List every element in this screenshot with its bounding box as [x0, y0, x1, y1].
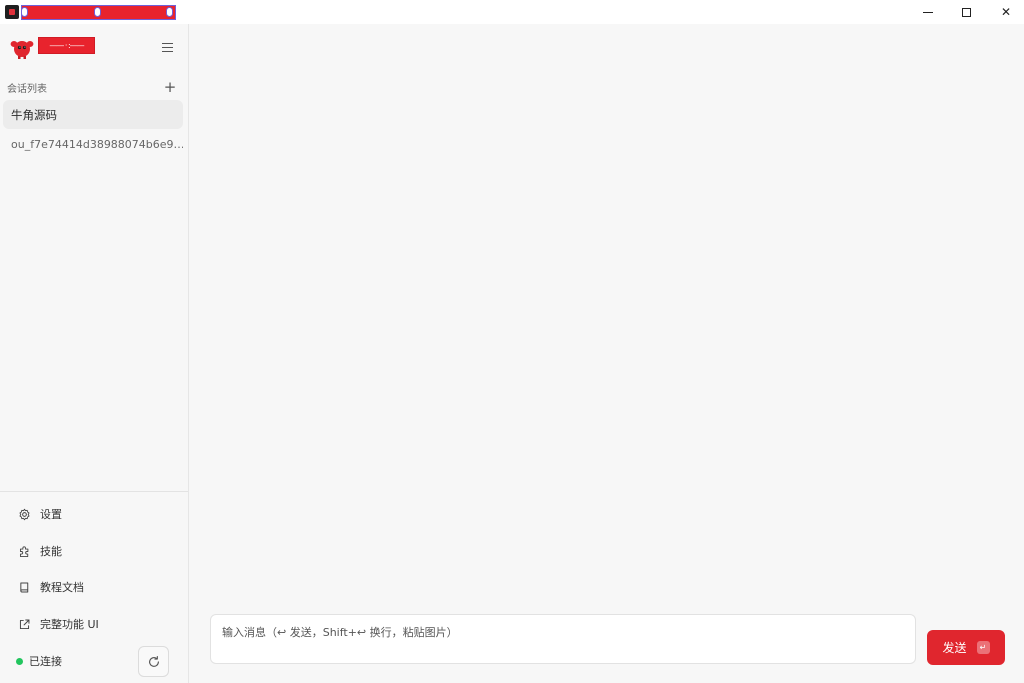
send-button[interactable]: 发送 ↵: [927, 630, 1005, 665]
nav-item-settings[interactable]: 设置: [18, 504, 178, 524]
resize-handle-right: [166, 7, 173, 17]
minimize-icon: [923, 11, 933, 13]
nav-label: 技能: [40, 545, 62, 558]
conversation-title: ou_f7e74414d38988074b6e9…: [11, 138, 183, 151]
close-icon: ✕: [1000, 5, 1012, 19]
refresh-icon: [148, 655, 159, 667]
brand: —— · :——: [8, 36, 183, 62]
window-title-banner: [21, 5, 176, 20]
gear-icon: [19, 508, 30, 520]
status-label: 已连接: [29, 655, 62, 668]
menu-button[interactable]: [158, 38, 176, 56]
conversation-list-header: 会话列表 +: [7, 80, 177, 95]
nav-label: 设置: [40, 508, 62, 521]
resize-handle-left: [21, 7, 28, 17]
enter-key-icon: ↵: [976, 641, 990, 654]
puzzle-icon: [19, 545, 29, 557]
resize-handle-middle: [94, 7, 101, 17]
nav-label: 完整功能 UI: [40, 618, 99, 631]
nav-label: 教程文档: [40, 581, 84, 594]
conversation-item[interactable]: ou_f7e74414d38988074b6e9…: [3, 130, 183, 159]
nav-item-docs[interactable]: 教程文档: [18, 577, 178, 597]
minimize-button[interactable]: [908, 0, 948, 24]
title-bar: ✕: [0, 0, 1024, 24]
menu-icon: [161, 42, 173, 44]
message-composer: [210, 614, 916, 664]
chat-area: 发送 ↵: [189, 24, 1024, 683]
new-conversation-button[interactable]: +: [163, 80, 177, 95]
brand-banner: —— · :——: [38, 37, 95, 54]
book-icon: [20, 582, 29, 592]
nav-item-skills[interactable]: 技能: [18, 541, 178, 561]
app-window: ✕ —— · :—— 会话列表 + 牛角源码 ou_f7e74414d38988…: [0, 0, 1024, 683]
send-label: 发送: [942, 641, 967, 655]
refresh-button[interactable]: [138, 646, 169, 677]
external-link-icon: [19, 619, 30, 629]
sidebar-divider: [0, 491, 188, 492]
nav-item-full-ui[interactable]: 完整功能 UI: [18, 614, 178, 634]
conversation-title: 牛角源码: [11, 107, 57, 122]
maximize-icon: [961, 7, 971, 17]
maximize-button[interactable]: [946, 0, 986, 24]
connection-status: 已连接: [16, 653, 62, 669]
conversation-list-title: 会话列表: [7, 83, 47, 95]
status-dot-icon: [16, 657, 23, 665]
sidebar: —— · :—— 会话列表 + 牛角源码 ou_f7e74414d3898807…: [0, 24, 189, 683]
lobster-logo-icon: [10, 41, 34, 59]
conversation-item[interactable]: 牛角源码: [3, 100, 183, 129]
app-icon: [5, 5, 19, 19]
message-input[interactable]: [222, 624, 904, 654]
close-button[interactable]: ✕: [986, 0, 1024, 24]
brand-name: —— · :——: [49, 41, 84, 50]
